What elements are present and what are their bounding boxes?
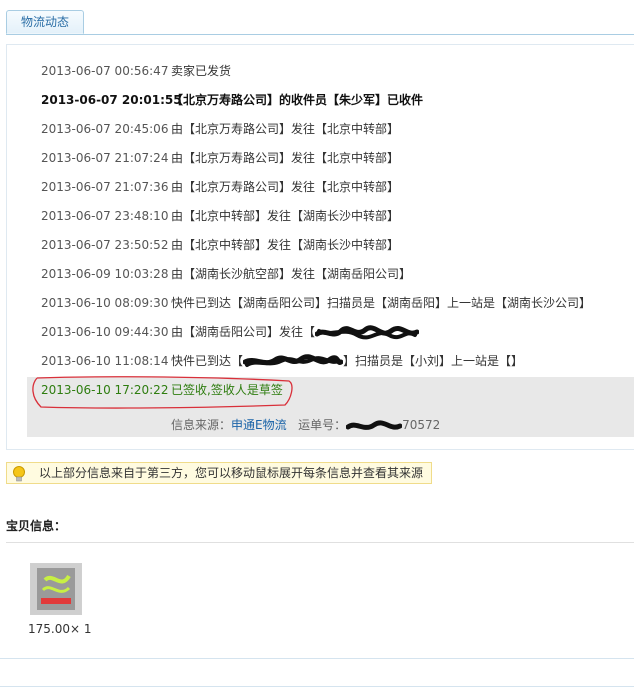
tab-logistics[interactable]: 物流动态: [6, 10, 84, 34]
event-row: 2013-06-07 21:07:36 由【北京万寿路公司】发往【北京中转部】: [41, 173, 399, 202]
event-desc: 由【北京万寿路公司】发往【北京中转部】: [171, 151, 400, 165]
event-desc-suffix: 】扫描员是【小刘】上一站是【】: [343, 354, 524, 368]
redaction-scribble: [346, 419, 403, 430]
event-row: 2013-06-10 11:08:14 快件已到达【 】扫描员是【小刘】上一站是【】: [41, 347, 523, 376]
logistics-panel: 2013-06-07 00:56:47 卖家已发货 2013-06-07 20:0…: [6, 44, 634, 450]
divider: [6, 542, 634, 543]
event-row: 2013-06-10 08:09:30 快件已到达【湖南岳阳公司】扫描员是【湖南岳…: [41, 289, 591, 318]
event-time: 2013-06-07 21:07:24: [41, 151, 169, 165]
event-desc: 由【湖南长沙航空部】发往【湖南岳阳公司】: [171, 267, 412, 281]
divider: [0, 658, 634, 659]
event-time: 2013-06-10 08:09:30: [41, 296, 169, 310]
lightbulb-icon: [13, 466, 25, 482]
event-row: 2013-06-10 09:44:30 由【湖南岳阳公司】发往【: [41, 318, 420, 347]
event-row: 2013-06-09 10:03:28 由【湖南长沙航空部】发往【湖南岳阳公司】: [41, 260, 411, 289]
tab-bar: 物流动态: [6, 10, 634, 35]
event-desc: 快件已到达【: [171, 354, 244, 368]
tracking-label: 运单号：: [298, 418, 347, 432]
event-desc: 由【北京中转部】发往【湖南长沙中转部】: [171, 209, 400, 223]
product-thumbnail[interactable]: [30, 563, 82, 615]
event-desc: 由【北京万寿路公司】发往【北京中转部】: [171, 180, 400, 194]
redaction-scribble: [315, 324, 420, 339]
event-desc: 由【北京中转部】发往【湖南长沙中转部】: [171, 238, 400, 252]
notice-text: 以上部分信息来自于第三方，您可以移动鼠标展开每条信息并查看其来源: [39, 466, 424, 480]
event-time: 2013-06-07 00:56:47: [41, 64, 169, 78]
third-party-notice: 以上部分信息来自于第三方，您可以移动鼠标展开每条信息并查看其来源: [6, 462, 432, 484]
annotation-mark: [32, 376, 293, 409]
event-desc: 卖家已发货: [171, 64, 232, 78]
event-time: 2013-06-07 21:07:36: [41, 180, 169, 194]
source-label: 信息来源：: [171, 418, 232, 432]
product-price: 175.00× 1: [28, 622, 92, 636]
event-time: 2013-06-07 20:45:06: [41, 122, 169, 136]
event-time: 2013-06-07 23:50:52: [41, 238, 169, 252]
event-row: 2013-06-07 23:48:10 由【北京中转部】发往【湖南长沙中转部】: [41, 202, 399, 231]
source-info: 信息来源：申通E物流 运单号： 70572: [171, 413, 440, 437]
event-row: 2013-06-07 20:01:55【北京万寿路公司】的收件员【朱少军】已收件: [41, 86, 423, 115]
event-desc: 快件已到达【湖南岳阳公司】扫描员是【湖南岳阳】上一站是【湖南长沙公司】: [171, 296, 592, 310]
event-time: 2013-06-07 23:48:10: [41, 209, 169, 223]
divider: [0, 686, 634, 687]
goods-title: 宝贝信息：: [6, 519, 67, 533]
event-row: 2013-06-07 00:56:47 卖家已发货: [41, 57, 231, 86]
tracking-number: 70572: [402, 418, 441, 432]
event-desc: 由【北京万寿路公司】发往【北京中转部】: [171, 122, 400, 136]
event-time: 2013-06-07 20:01:55: [41, 93, 182, 107]
event-time: 2013-06-09 10:03:28: [41, 267, 169, 281]
event-row: 2013-06-07 21:07:24 由【北京万寿路公司】发往【北京中转部】: [41, 144, 399, 173]
event-row: 2013-06-07 20:45:06 由【北京万寿路公司】发往【北京中转部】: [41, 115, 399, 144]
event-row: 2013-06-07 23:50:52 由【北京中转部】发往【湖南长沙中转部】: [41, 231, 399, 260]
source-provider-link[interactable]: 申通E物流: [231, 418, 287, 432]
event-time: 2013-06-10 09:44:30: [41, 325, 169, 339]
event-time: 2013-06-10 11:08:14: [41, 354, 169, 368]
redaction-scribble: [243, 353, 344, 367]
product-image-icon: [31, 564, 81, 614]
event-desc: 由【湖南岳阳公司】发往【: [171, 325, 316, 339]
event-desc: 【北京万寿路公司】的收件员【朱少军】已收件: [171, 93, 424, 107]
